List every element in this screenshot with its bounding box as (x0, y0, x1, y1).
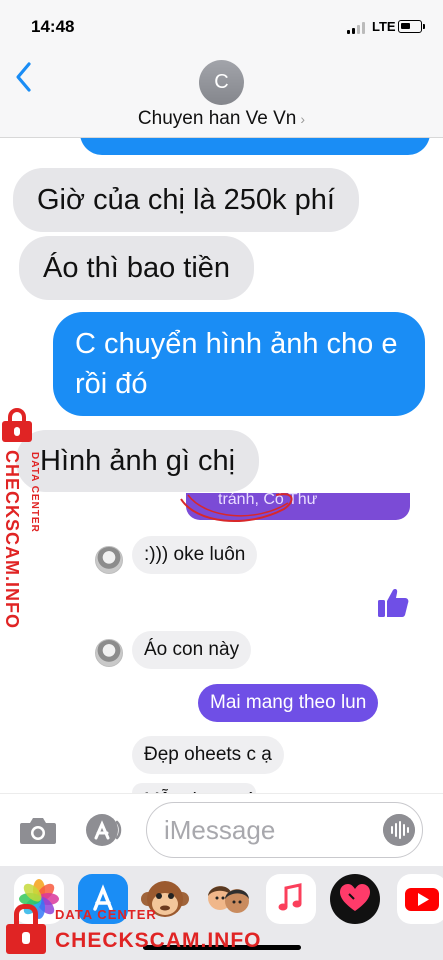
digital-touch-heart-icon[interactable] (330, 874, 380, 924)
status-time: 14:48 (31, 17, 75, 36)
embedded-received-message-partial: Mẫu đẹp quá (132, 783, 256, 793)
bottom-watermark: DATA CENTER CHECKSCAM.INFO (6, 902, 306, 957)
imessage-placeholder: iMessage (164, 815, 276, 845)
watermark-tagline: DATA CENTER (55, 907, 157, 922)
status-bar: 14:48 LTE (0, 0, 443, 52)
contact-name-label: Chuyen han Ve Vn (137, 108, 297, 129)
received-message[interactable]: Hình ảnh gì chị (16, 430, 260, 492)
received-message[interactable]: Áo thì bao tiền (19, 236, 255, 300)
red-annotation-scribble (180, 493, 293, 523)
watermark-tagline: DATA CENTER (29, 452, 40, 533)
embedded-received-message: :))) oke luôn (132, 536, 258, 574)
embedded-received-message: Đẹp oheets c ạ (132, 736, 284, 774)
watermark-brand: CHECKSCAM.INFO (2, 450, 22, 629)
network-type: LTE (372, 19, 396, 34)
dictation-icon[interactable] (383, 814, 415, 846)
compose-bar: iMessage (0, 793, 443, 866)
sender-avatar (95, 639, 123, 667)
contact-name[interactable]: Chuyen han Ve Vn › (0, 108, 443, 130)
received-message[interactable]: Giờ của chị là 250k phí (13, 168, 359, 232)
contact-avatar[interactable]: C (199, 60, 244, 105)
side-watermark: CHECKSCAM.INFO DATA CENTER (2, 408, 46, 638)
cellular-signal-icon (347, 22, 367, 34)
lock-icon (2, 408, 32, 442)
sent-bubble-partial (80, 138, 430, 155)
camera-icon[interactable] (19, 815, 57, 845)
embedded-received-message: Áo con này (132, 631, 252, 669)
sent-message[interactable]: C chuyển hình ảnh cho e rồi đó (53, 312, 425, 416)
contact-chevron-icon: › (300, 111, 306, 127)
message-thread[interactable]: Giờ của chị là 250k phí Áo thì bao tiền … (0, 138, 443, 793)
lock-icon (6, 904, 46, 954)
back-chevron-icon[interactable] (13, 60, 35, 94)
youtube-app-icon[interactable] (397, 874, 443, 924)
embedded-screenshot-image[interactable]: tránh, Có Thư :))) oke luôn Áo con này M… (0, 493, 443, 793)
watermark-brand: CHECKSCAM.INFO (55, 929, 262, 952)
conversation-header: C Chuyen han Ve Vn › (0, 52, 443, 138)
imessage-input[interactable]: iMessage (146, 802, 423, 858)
app-store-icon[interactable] (83, 813, 125, 847)
sender-avatar (95, 546, 123, 574)
battery-icon (398, 20, 425, 33)
embedded-sent-message: Mai mang theo lun (198, 684, 379, 722)
thumbs-up-icon (378, 589, 409, 617)
